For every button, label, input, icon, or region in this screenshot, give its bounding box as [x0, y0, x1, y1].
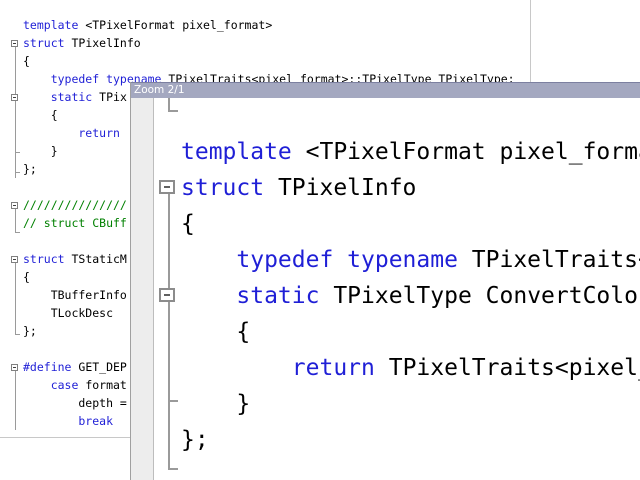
fold-end-marker — [15, 172, 20, 173]
zoom-code-line: template <TPixelFormat pixel_format> — [181, 134, 640, 170]
code-line: static TPix — [23, 88, 127, 106]
code-token: { — [23, 54, 30, 68]
code-token: TPix — [99, 90, 127, 104]
code-token: // struct CBuff — [23, 216, 127, 230]
fold-guide — [15, 102, 16, 162]
code-line: }; — [23, 160, 37, 178]
code-token: GET_DEP — [78, 360, 127, 374]
code-token: break — [23, 414, 114, 428]
fold-collapse-icon[interactable] — [11, 94, 18, 101]
fold-collapse-icon[interactable] — [11, 202, 18, 209]
code-token: <TPixelFormat pixel_format> — [305, 139, 640, 165]
code-token: TBufferInfo — [23, 288, 127, 302]
code-token: } — [181, 391, 251, 417]
code-token: #define — [23, 360, 79, 374]
code-token: template — [181, 139, 306, 165]
fold-end-marker — [15, 232, 20, 233]
zoom-code-view[interactable]: template <TPixelFormat pixel_format>stru… — [131, 98, 640, 480]
code-line: { — [23, 268, 30, 286]
code-token: return — [23, 126, 120, 140]
code-token: TPixelTraits<pixel_format> — [388, 355, 640, 381]
zoom-code-line: } — [181, 386, 250, 422]
code-token: /////////////// — [23, 198, 127, 212]
code-token: TStaticM — [71, 252, 127, 266]
code-token: static — [23, 90, 100, 104]
code-token: format — [85, 378, 127, 392]
code-token: { — [181, 211, 195, 237]
zoom-gutter — [131, 98, 154, 480]
zoom-code-line: return TPixelTraits<pixel_format> — [181, 350, 640, 386]
code-line: template <TPixelFormat pixel_format> — [23, 16, 272, 34]
code-token: template — [23, 18, 86, 32]
code-line: TBufferInfo — [23, 286, 127, 304]
code-token: }; — [23, 324, 37, 338]
code-line: break — [23, 412, 113, 430]
code-token: case — [23, 378, 86, 392]
code-token: depth = — [23, 396, 127, 410]
fold-guide — [15, 208, 16, 232]
fold-guide — [15, 370, 16, 430]
fold-collapse-icon[interactable] — [11, 40, 18, 47]
code-token: { — [23, 270, 30, 284]
code-token: <TPixelFormat pixel_format> — [85, 18, 273, 32]
code-token: { — [181, 319, 251, 345]
zoom-fold-end-marker — [168, 110, 178, 112]
fold-collapse-icon[interactable] — [159, 288, 175, 302]
code-line: }; — [23, 322, 37, 340]
fold-collapse-icon[interactable] — [11, 256, 18, 263]
code-token: TPixelInfo — [277, 175, 417, 201]
code-token: } — [23, 144, 58, 158]
zoom-fold-end-marker — [168, 468, 178, 470]
code-token: { — [23, 108, 58, 122]
code-token: struct — [23, 252, 72, 266]
fold-end-marker — [15, 334, 20, 335]
code-line: struct TStaticM — [23, 250, 127, 268]
code-line: // struct CBuff — [23, 214, 127, 232]
fold-collapse-icon[interactable] — [11, 364, 18, 371]
fold-end-marker — [15, 152, 20, 153]
code-token: return — [181, 355, 389, 381]
code-line: /////////////// — [23, 196, 127, 214]
code-token: TPixelType ConvertColor — [333, 283, 640, 309]
code-line: depth = — [23, 394, 127, 412]
code-line: } — [23, 142, 58, 160]
code-token: static — [181, 283, 334, 309]
zoom-fold-guide — [168, 402, 170, 468]
code-token: TPixelInfo — [71, 36, 141, 50]
zoom-code-line: { — [181, 314, 250, 350]
code-token: TPixelTraits<pixel_format> — [471, 247, 640, 273]
zoom-code-line: }; — [181, 422, 209, 458]
code-line: return — [23, 124, 120, 142]
code-line: TLockDesc — [23, 304, 113, 322]
code-token: struct — [181, 175, 278, 201]
fold-collapse-icon[interactable] — [159, 180, 175, 194]
fold-guide — [15, 262, 16, 334]
code-line: { — [23, 52, 30, 70]
editor-bottom-edge — [0, 437, 130, 438]
code-token: }; — [23, 162, 37, 176]
zoom-title: Zoom 2/1 — [134, 84, 185, 96]
code-line: { — [23, 106, 58, 124]
code-token: }; — [181, 427, 209, 453]
zoom-fold-guide — [168, 302, 170, 402]
code-token: struct — [23, 36, 72, 50]
zoom-code-line: struct TPixelInfo — [181, 170, 416, 206]
zoom-code-line: static TPixelType ConvertColor — [181, 278, 640, 314]
code-line: struct TPixelInfo — [23, 34, 141, 52]
zoom-code-line: typedef typename TPixelTraits<pixel_form… — [181, 242, 640, 278]
zoom-title-bar[interactable]: Zoom 2/1 — [131, 82, 640, 98]
code-token: typedef typename — [181, 247, 472, 273]
code-line: #define GET_DEP — [23, 358, 127, 376]
code-line: case format — [23, 376, 127, 394]
code-token: TLockDesc — [23, 306, 114, 320]
zoom-window[interactable]: Zoom 2/1 template <TPixelFormat pixel_fo… — [130, 82, 640, 480]
zoom-code-line: { — [181, 206, 195, 242]
